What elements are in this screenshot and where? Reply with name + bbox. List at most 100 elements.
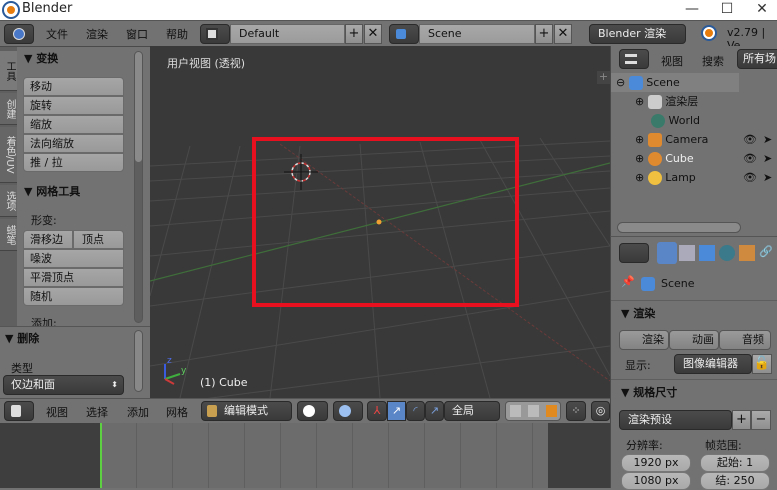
tab-render-camera-icon[interactable] (657, 242, 677, 264)
rotate-manipulator-icon[interactable]: ◜ (406, 401, 425, 421)
selectable-cursor-icon[interactable]: ➤ (763, 149, 772, 168)
delete-scene-button[interactable]: ✕ (554, 24, 572, 44)
add-scene-button[interactable]: + (535, 24, 553, 44)
face-select-icon[interactable] (546, 405, 557, 417)
menu-select[interactable]: 选择 (86, 404, 108, 420)
operator-scrollbar[interactable] (134, 330, 143, 392)
mode-select[interactable]: 编辑模式 (201, 401, 292, 421)
shading-select[interactable] (297, 401, 328, 421)
visibility-eye-icon[interactable]: 👁 (743, 130, 757, 149)
add-preset-button[interactable]: + (732, 410, 751, 430)
panel-render-header[interactable]: ▼ 渲染 (621, 305, 655, 321)
frame-end-field[interactable]: 结: 250 (700, 472, 770, 490)
tab-tools[interactable]: 工具 (0, 51, 17, 91)
tab-object-icon[interactable] (739, 245, 755, 261)
tab-shading-uv[interactable]: 着色/UV (0, 127, 17, 183)
scene-selector-button[interactable] (389, 24, 419, 44)
layout-name-field[interactable]: Default (230, 24, 345, 44)
outliner-row-scene[interactable]: ⊖ Scene (611, 73, 739, 92)
properties-toggle-plus-icon[interactable]: + (597, 71, 610, 84)
scene-name-field[interactable]: Scene (419, 24, 535, 44)
menu-view[interactable]: 视图 (46, 404, 68, 420)
outliner-row-camera[interactable]: ⊕ Camera 👁 ➤ (611, 130, 777, 149)
panel-delete-header[interactable]: ▼ 删除 (5, 330, 39, 346)
resolution-x-field[interactable]: 1920 px (621, 454, 691, 472)
menu-render[interactable]: 渲染 (86, 26, 108, 42)
resolution-y-field[interactable]: 1080 px (621, 472, 691, 490)
render-presets-select[interactable]: 渲染预设 (619, 410, 732, 430)
move-button[interactable]: 移动 (23, 77, 124, 96)
noise-button[interactable]: 噪波 (23, 249, 124, 268)
current-frame-indicator[interactable] (100, 423, 102, 488)
vertex-slide-button[interactable]: 顶点 (73, 230, 124, 249)
outliner-row-cube[interactable]: ⊕ Cube 👁 ➤ (611, 149, 777, 168)
editor-type-3d-button[interactable] (4, 401, 34, 421)
render-engine-select[interactable]: Blender 渲染 (589, 24, 686, 44)
add-layout-button[interactable]: + (345, 24, 363, 44)
rotate-button[interactable]: 旋转 (23, 96, 124, 115)
smooth-vertex-button[interactable]: 平滑顶点 (23, 268, 124, 287)
occlude-geometry-icon[interactable]: ⁘ (566, 401, 586, 421)
delete-layout-button[interactable]: ✕ (364, 24, 382, 44)
manipulator-toggle-icon[interactable]: ⅄ (367, 401, 387, 421)
menu-add[interactable]: 添加 (127, 404, 149, 420)
pivot-point-select[interactable] (333, 401, 363, 421)
menu-file[interactable]: 文件 (46, 26, 68, 42)
tab-world-icon[interactable] (719, 245, 735, 261)
proportional-edit-icon[interactable]: ◎ (591, 401, 610, 421)
animation-button[interactable]: 动画 (669, 330, 719, 350)
scale-manipulator-icon[interactable]: ↗ (425, 401, 444, 421)
panel-mesh-tools-header[interactable]: ▼ 网格工具 (24, 183, 80, 199)
outliner-row-world[interactable]: World (611, 111, 777, 130)
layout-selector-button[interactable] (200, 24, 230, 44)
outliner-row-render-layers[interactable]: ⊕ 渲染层 (611, 92, 777, 111)
audio-button[interactable]: 音频 (719, 330, 771, 350)
render-button[interactable]: 渲染 (619, 330, 669, 350)
editor-type-outliner-button[interactable] (619, 49, 649, 69)
toolshelf-scrollbar[interactable] (134, 51, 143, 323)
timeline[interactable] (0, 423, 610, 488)
visibility-eye-icon[interactable]: 👁 (743, 149, 757, 168)
minimize-button[interactable]: — (677, 0, 707, 20)
visibility-eye-icon[interactable]: 👁 (743, 168, 757, 187)
panel-dimensions-header[interactable]: ▼ 规格尺寸 (621, 384, 677, 400)
editor-type-info-button[interactable] (4, 24, 34, 44)
tab-scene-icon[interactable] (699, 245, 715, 261)
selectable-cursor-icon[interactable]: ➤ (763, 130, 772, 149)
tab-grease-pencil[interactable]: 蜡笔 (0, 219, 17, 251)
shrink-fatten-button[interactable]: 法向缩放 (23, 134, 124, 153)
close-button[interactable]: ✕ (747, 0, 777, 20)
edge-slide-button[interactable]: 滑移边 (23, 230, 73, 249)
selectable-cursor-icon[interactable]: ➤ (763, 168, 772, 187)
3d-viewport[interactable]: 用户视图 (透视) z y (1) Cube + (150, 46, 610, 398)
remove-preset-button[interactable]: − (751, 410, 771, 430)
menu-mesh[interactable]: 网格 (166, 404, 188, 420)
outliner-horizontal-scrollbar[interactable] (617, 222, 741, 233)
translate-manipulator-icon[interactable]: ↗ (387, 401, 406, 421)
tab-options[interactable]: 选项 (0, 185, 17, 217)
vertex-select-icon[interactable] (510, 405, 521, 417)
display-select[interactable]: 图像编辑器 (674, 354, 752, 374)
display-mode-select[interactable]: 所有场 (737, 49, 777, 69)
tab-constraints-link-icon[interactable]: 🔗 (759, 245, 775, 261)
outliner-menu-view[interactable]: 视图 (661, 53, 683, 69)
menu-window[interactable]: 窗口 (126, 26, 148, 42)
randomize-button[interactable]: 随机 (23, 287, 124, 306)
outliner-menu-search[interactable]: 搜索 (702, 53, 724, 69)
tab-render-layers-icon[interactable] (679, 245, 695, 261)
tab-create[interactable]: 创建 (0, 93, 17, 125)
frame-start-field[interactable]: 起始: 1 (700, 454, 770, 472)
menu-help[interactable]: 帮助 (166, 26, 188, 42)
lock-interface-icon[interactable]: 🔓 (752, 354, 772, 374)
panel-transform-header[interactable]: ▼ 变换 (24, 50, 58, 66)
outliner-row-lamp[interactable]: ⊕ Lamp 👁 ➤ (611, 168, 777, 187)
scale-button[interactable]: 缩放 (23, 115, 124, 134)
edge-select-icon[interactable] (528, 405, 539, 417)
delete-type-select[interactable]: 仅边和面 ⬍ (3, 375, 124, 395)
maximize-button[interactable]: ☐ (712, 0, 742, 20)
editor-type-properties-button[interactable] (619, 243, 649, 263)
pin-icon[interactable]: 📌 (621, 275, 635, 288)
select-mode-buttons[interactable] (505, 401, 561, 421)
transform-orientation-select[interactable]: 全局 (444, 401, 500, 421)
push-pull-button[interactable]: 推 / 拉 (23, 153, 124, 172)
